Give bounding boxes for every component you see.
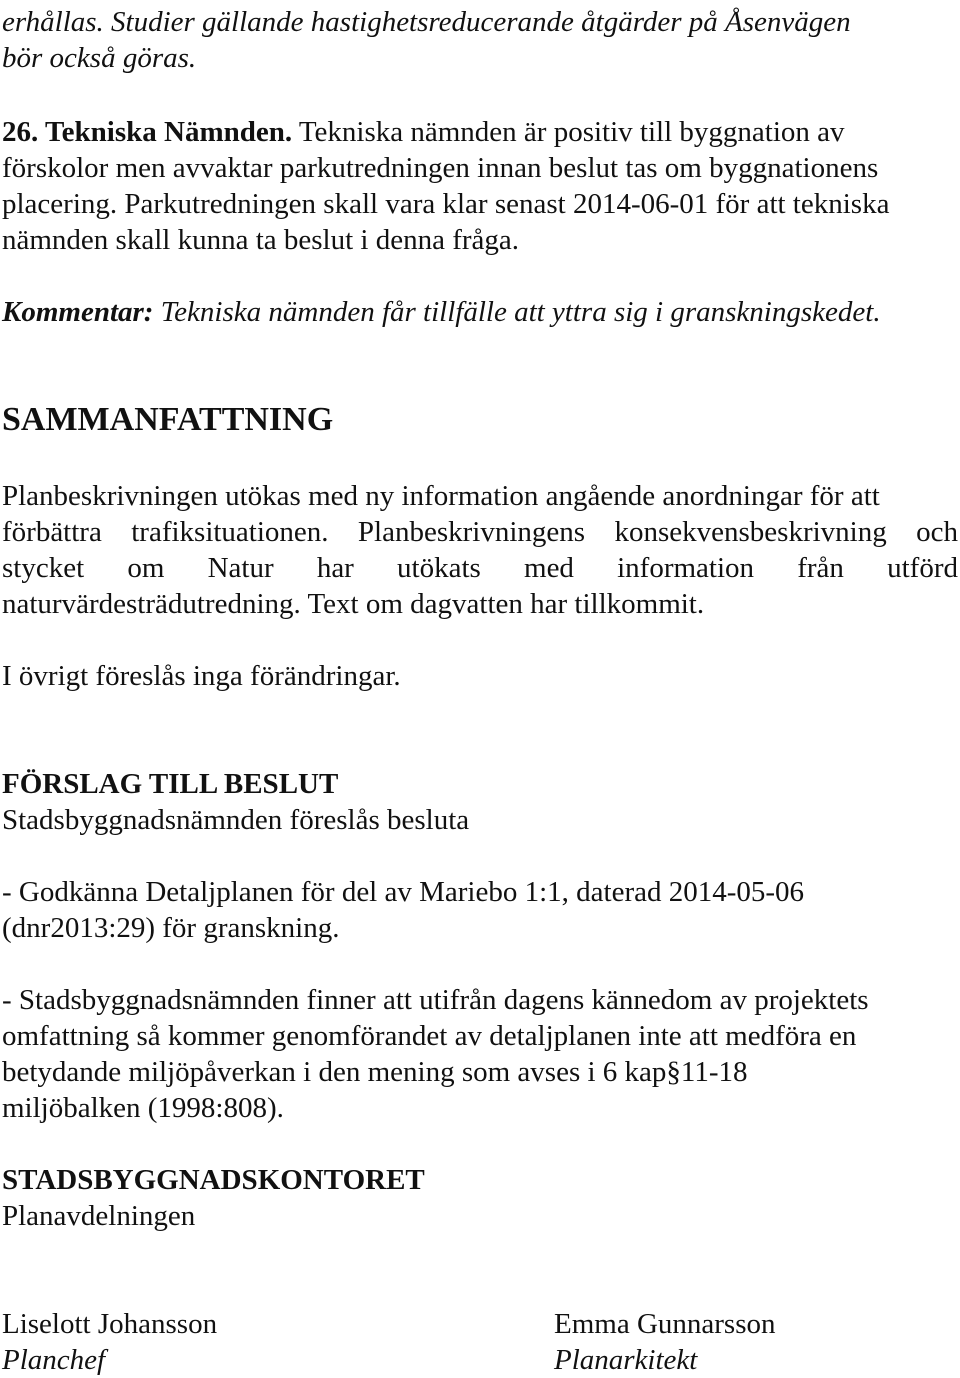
item-26-line-4: nämnden skall kunna ta beslut i denna fr…	[2, 224, 520, 256]
summary-line-3-text: stycket om Natur har utökats med informa…	[2, 552, 958, 584]
summary-line-4: naturvärdesträdutredning. Text om dagvat…	[2, 588, 705, 620]
proposal-point-1-line-2: (dnr2013:29) för granskning.	[2, 912, 340, 944]
comment: Kommentar: Tekniska nämnden får tillfäll…	[2, 294, 881, 330]
proposal-point-2-line-4: miljöbalken (1998:808).	[2, 1092, 284, 1124]
item-26-line-2: förskolor men avvaktar parkutredningen i…	[2, 152, 879, 184]
summary-line-3: stycket om Natur har utökats med informa…	[2, 550, 958, 586]
summary-heading: SAMMANFATTNING	[2, 401, 334, 438]
signature-2-title: Planarkitekt	[554, 1344, 698, 1376]
signature-2-name: Emma Gunnarsson	[554, 1308, 776, 1340]
summary-line-2: förbättra trafiksituationen. Planbeskriv…	[2, 516, 958, 548]
summary-other: I övrigt föreslås inga förändringar.	[2, 660, 401, 692]
intro-line-2: bör också göras.	[2, 42, 197, 74]
intro-line-1: erhållas. Studier gällande hastighetsred…	[2, 6, 851, 38]
proposal-heading: FÖRSLAG TILL BESLUT	[2, 768, 339, 800]
office-name: STADSBYGGNADSKONTORET	[2, 1164, 425, 1196]
proposal-point-2-line-1: - Stadsbyggnadsnämnden finner att utifrå…	[2, 984, 869, 1016]
item-26-text: Tekniska nämnden är positiv till byggnat…	[292, 116, 845, 148]
item-26-label: 26. Tekniska Nämnden.	[2, 116, 293, 148]
signature-1-title: Planchef	[2, 1344, 106, 1376]
item-26-line-3: placering. Parkutredningen skall vara kl…	[2, 188, 890, 220]
proposal-point-2-line-3: betydande miljöpåverkan i den mening som…	[2, 1056, 748, 1088]
comment-label: Kommentar:	[2, 296, 154, 328]
proposal-intro: Stadsbyggnadsnämnden föreslås besluta	[2, 804, 470, 836]
office-department: Planavdelningen	[2, 1200, 196, 1232]
signature-1-name: Liselott Johansson	[2, 1308, 218, 1340]
summary-line-1: Planbeskrivningen utökas med ny informat…	[2, 480, 880, 512]
item-26-line-1: 26. Tekniska Nämnden. Tekniska nämnden ä…	[2, 114, 845, 150]
proposal-point-1-line-1: - Godkänna Detaljplanen för del av Marie…	[2, 876, 805, 908]
comment-text: Tekniska nämnden får tillfälle att yttra…	[153, 296, 881, 328]
proposal-point-2-line-2: omfattning så kommer genomförandet av de…	[2, 1020, 857, 1052]
